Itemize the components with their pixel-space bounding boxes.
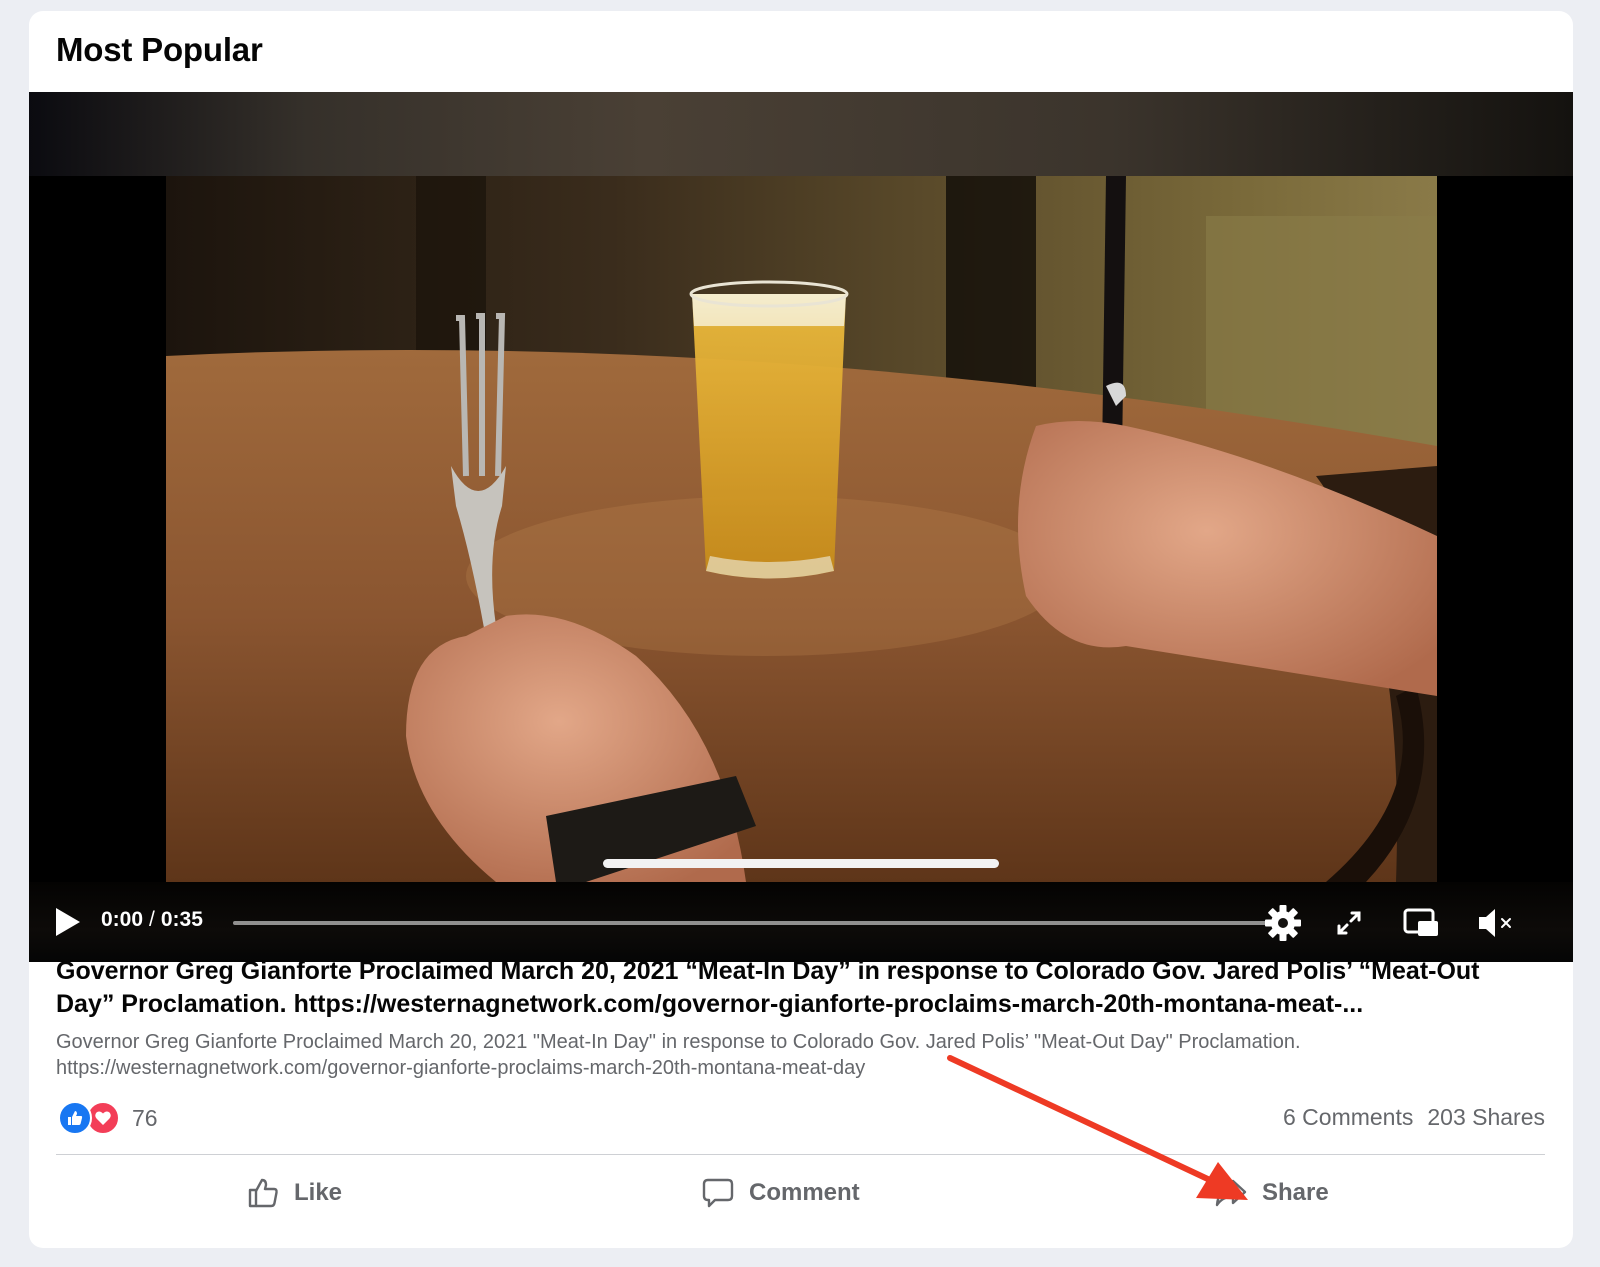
video-frame[interactable] [166, 176, 1437, 882]
current-time: 0:00 [101, 908, 144, 931]
share-arrow-icon [1215, 1179, 1247, 1207]
time-separator: / [149, 908, 155, 931]
video-player[interactable]: 0:00/0:35 [29, 92, 1573, 962]
comment-label: Comment [749, 1179, 860, 1206]
gear-icon[interactable] [1263, 904, 1303, 942]
action-divider [56, 1154, 1545, 1155]
reactions-summary[interactable]: 76 [58, 1101, 158, 1135]
play-icon[interactable] [53, 906, 83, 938]
video-controls: 0:00/0:35 [29, 882, 1573, 962]
share-label: Share [1262, 1179, 1329, 1206]
post-title-link[interactable]: Governor Greg Gianforte Proclaimed March… [56, 955, 1526, 1021]
video-time: 0:00/0:35 [101, 908, 203, 932]
like-label: Like [294, 1179, 343, 1206]
video-top-gradient [29, 92, 1573, 176]
like-reaction-icon [58, 1101, 92, 1135]
share-button[interactable]: Share [1214, 1171, 1329, 1215]
engagement-stats: 6 Comments 203 Shares [1283, 1104, 1545, 1131]
post-description: Governor Greg Gianforte Proclaimed March… [56, 1031, 1301, 1079]
fullscreen-icon[interactable] [1329, 904, 1369, 942]
video-progress-bar[interactable] [233, 921, 1291, 925]
like-button[interactable]: Like [246, 1171, 342, 1215]
section-title: Most Popular [56, 31, 263, 68]
thumbs-up-icon [248, 1178, 278, 1208]
scrub-indicator[interactable] [603, 859, 999, 868]
comment-button[interactable]: Comment [701, 1171, 860, 1215]
duration: 0:35 [160, 908, 203, 931]
shares-count-link[interactable]: 203 Shares [1427, 1104, 1545, 1131]
comments-count-link[interactable]: 6 Comments [1283, 1104, 1413, 1131]
volume-muted-icon[interactable] [1475, 904, 1515, 942]
reaction-count: 76 [132, 1104, 158, 1131]
comment-bubble-icon [702, 1178, 734, 1208]
most-popular-card: Most Popular 0:00 / 0:35 Governor Greg G… [29, 11, 1573, 1248]
video-still-image [166, 176, 1437, 882]
picture-in-picture-icon[interactable] [1401, 904, 1441, 942]
